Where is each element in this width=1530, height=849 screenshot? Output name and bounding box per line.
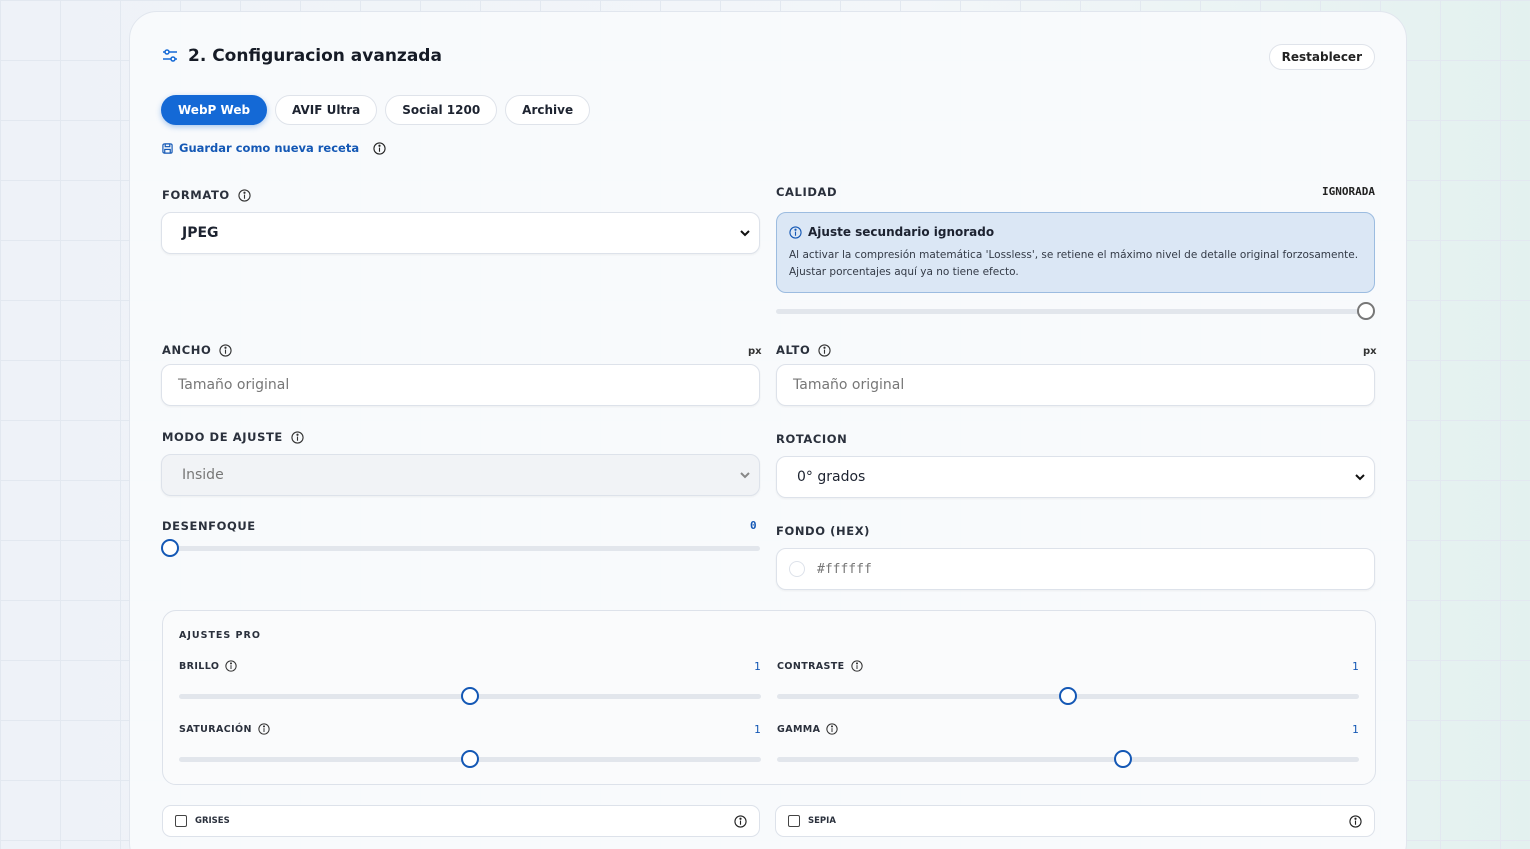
sliders-icon <box>163 49 177 62</box>
sepia-label: SEPIA <box>808 816 836 826</box>
gamma-value: 1 <box>1352 723 1359 736</box>
brillo-slider[interactable] <box>179 687 761 705</box>
calidad-slider[interactable] <box>776 302 1375 320</box>
ancho-label: ANCHO <box>162 343 233 357</box>
save-recipe-label: Guardar como nueva receta <box>179 141 360 155</box>
brillo-value: 1 <box>754 660 761 673</box>
info-icon[interactable] <box>291 430 304 444</box>
saturacion-slider[interactable] <box>179 750 761 768</box>
gamma-label: GAMMA <box>777 723 839 735</box>
saturacion-slider-thumb[interactable] <box>461 750 479 768</box>
grises-label: GRISES <box>195 816 230 826</box>
advanced-settings-card: 2. Configuracion avanzada Restablecer We… <box>129 11 1407 849</box>
notice-title-text: Ajuste secundario ignorado <box>808 225 995 239</box>
info-icon[interactable] <box>238 188 251 202</box>
reset-button[interactable]: Restablecer <box>1268 44 1375 70</box>
chevron-down-icon <box>1355 474 1365 481</box>
grises-checkbox[interactable] <box>175 815 187 827</box>
info-icon <box>789 225 802 239</box>
preset-webp-web[interactable]: WebP Web <box>161 95 268 125</box>
info-icon[interactable] <box>225 660 238 672</box>
floppy-disk-icon <box>162 142 173 154</box>
contraste-value: 1 <box>1352 660 1359 673</box>
desenfoque-label-text: DESENFOQUE <box>162 519 256 533</box>
color-swatch[interactable] <box>789 561 805 577</box>
chevron-down-icon <box>740 472 750 479</box>
modo-ajuste-select[interactable]: Inside <box>161 454 760 496</box>
desenfoque-slider-thumb[interactable] <box>161 539 179 557</box>
formato-label-text: FORMATO <box>162 188 230 202</box>
ajustes-pro-panel: AJUSTES PRO BRILLO 1 CONTRASTE 1 SATURAC… <box>162 610 1376 785</box>
calidad-slider-thumb[interactable] <box>1357 302 1375 320</box>
section-title-text: 2. Configuracion avanzada <box>188 46 442 66</box>
formato-value: JPEG <box>182 225 219 241</box>
saturacion-value: 1 <box>754 723 761 736</box>
rotacion-value: 0° grados <box>797 469 866 485</box>
desenfoque-slider[interactable] <box>161 539 760 557</box>
desenfoque-label: DESENFOQUE <box>162 519 256 533</box>
preset-archive[interactable]: Archive <box>505 95 591 125</box>
info-icon[interactable] <box>373 141 386 155</box>
rotacion-label: ROTACION <box>776 432 847 446</box>
alto-unit: px <box>1363 346 1377 357</box>
save-recipe-link[interactable]: Guardar como nueva receta <box>162 141 386 155</box>
grises-toggle-row[interactable]: GRISES <box>162 805 760 837</box>
sepia-toggle-row[interactable]: SEPIA <box>775 805 1375 837</box>
info-icon[interactable] <box>826 723 839 735</box>
contraste-label-text: CONTRASTE <box>777 660 845 672</box>
calidad-label-text: CALIDAD <box>776 185 838 199</box>
sepia-checkbox[interactable] <box>788 815 800 827</box>
section-title: 2. Configuracion avanzada <box>162 46 442 66</box>
contraste-slider-thumb[interactable] <box>1059 687 1077 705</box>
notice-text: Al activar la compresión matemática 'Los… <box>789 249 1359 278</box>
contraste-label: CONTRASTE <box>777 660 863 672</box>
info-icon[interactable] <box>818 343 831 357</box>
info-icon[interactable] <box>1349 814 1362 828</box>
ajustes-pro-title: AJUSTES PRO <box>179 630 261 641</box>
preset-avif-ultra[interactable]: AVIF Ultra <box>275 95 378 125</box>
brillo-label-text: BRILLO <box>179 660 220 672</box>
formato-label: FORMATO <box>162 188 251 202</box>
modo-ajuste-value: Inside <box>182 467 224 483</box>
alto-input[interactable]: Tamaño original <box>776 364 1375 406</box>
saturacion-label: SATURACIÓN <box>179 723 270 735</box>
alto-placeholder: Tamaño original <box>793 377 905 393</box>
gamma-slider[interactable] <box>777 750 1359 768</box>
info-icon[interactable] <box>850 660 863 672</box>
info-icon[interactable] <box>734 814 747 828</box>
gamma-slider-thumb[interactable] <box>1113 750 1132 768</box>
alto-label-text: ALTO <box>776 343 811 357</box>
brillo-slider-thumb[interactable] <box>461 687 479 705</box>
calidad-label: CALIDAD <box>776 185 837 199</box>
fondo-label: FONDO (HEX) <box>776 524 870 538</box>
grises-option[interactable]: GRISES <box>175 815 230 827</box>
ignored-setting-notice: Ajuste secundario ignorado Al activar la… <box>776 212 1375 293</box>
calidad-status: IGNORADA <box>1322 185 1375 198</box>
modo-ajuste-label-text: MODO DE AJUSTE <box>162 430 283 444</box>
modo-ajuste-label: MODO DE AJUSTE <box>162 430 304 444</box>
ancho-placeholder: Tamaño original <box>178 377 290 393</box>
fondo-label-text: FONDO (HEX) <box>776 524 871 538</box>
ancho-unit: px <box>748 346 762 357</box>
brillo-label: BRILLO <box>179 660 238 672</box>
alto-label: ALTO <box>776 343 831 357</box>
fondo-placeholder: #ffffff <box>817 561 872 577</box>
saturacion-label-text: SATURACIÓN <box>179 723 252 735</box>
preset-chips: WebP Web AVIF Ultra Social 1200 Archive <box>161 95 591 125</box>
gamma-label-text: GAMMA <box>777 723 821 735</box>
info-icon[interactable] <box>258 723 270 735</box>
chevron-down-icon <box>740 230 750 237</box>
formato-select[interactable]: JPEG <box>161 212 760 254</box>
info-icon[interactable] <box>219 343 233 357</box>
ancho-label-text: ANCHO <box>162 343 212 357</box>
ancho-input[interactable]: Tamaño original <box>161 364 760 406</box>
contraste-slider[interactable] <box>777 687 1359 705</box>
desenfoque-value: 0 <box>750 519 757 532</box>
rotacion-label-text: ROTACION <box>776 432 848 446</box>
preset-social-1200[interactable]: Social 1200 <box>385 95 498 125</box>
notice-title: Ajuste secundario ignorado <box>789 225 1362 239</box>
rotacion-select[interactable]: 0° grados <box>776 456 1375 498</box>
sepia-option[interactable]: SEPIA <box>788 815 836 827</box>
fondo-input[interactable]: #ffffff <box>776 548 1375 590</box>
